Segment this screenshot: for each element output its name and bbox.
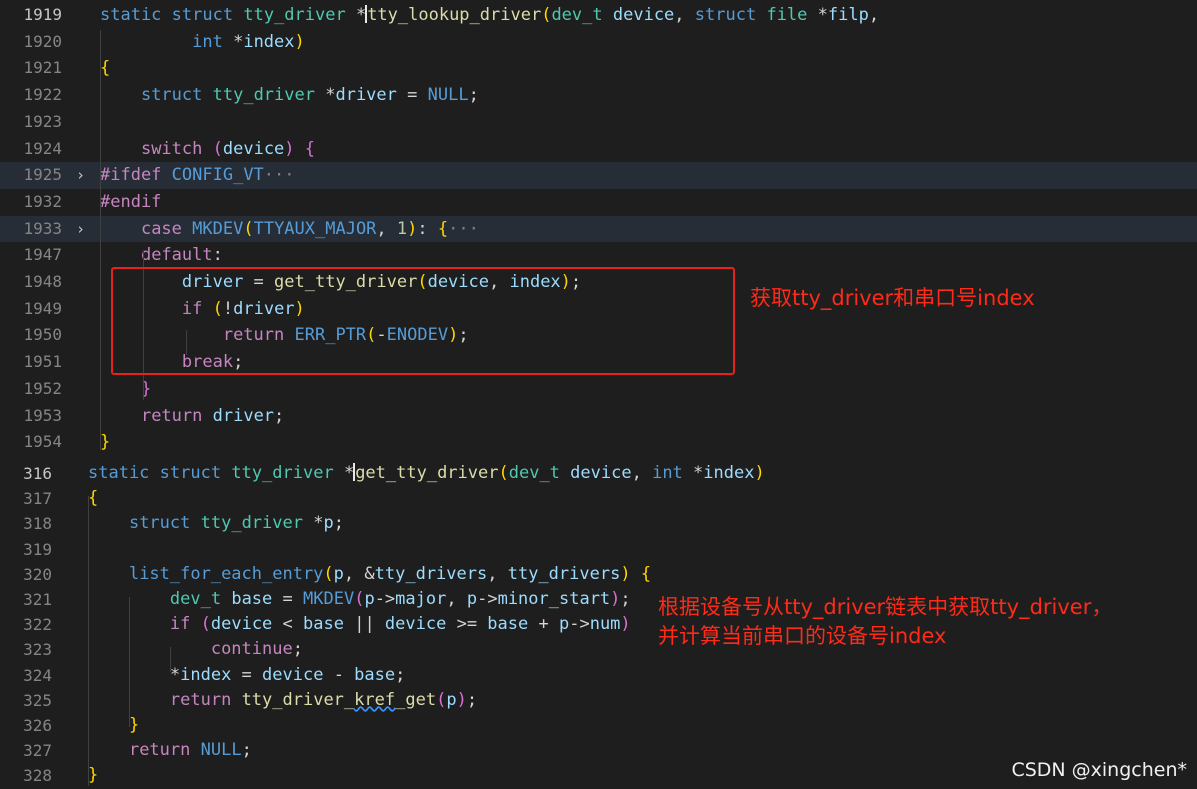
code-line[interactable]: 320 list_for_each_entry(p, &tty_drivers,… <box>0 562 1197 587</box>
indent-guide <box>129 597 130 727</box>
line-number: 1932 <box>23 191 62 211</box>
code-line[interactable]: 323 continue; <box>0 637 1197 662</box>
code-line[interactable]: 318 struct tty_driver *p; <box>0 511 1197 536</box>
code-text[interactable]: #endif <box>100 189 161 216</box>
line-number: 1952 <box>23 378 62 398</box>
code-line[interactable]: 1919 static struct tty_driver *tty_lookup… <box>0 2 1197 29</box>
line-number: 326 <box>23 716 52 735</box>
code-line[interactable]: 1924 switch (device) { <box>0 136 1197 163</box>
line-number: 1954 <box>23 432 62 452</box>
code-line[interactable]: 326 } <box>0 713 1197 738</box>
code-text[interactable]: default: <box>100 242 223 269</box>
line-number: 1924 <box>23 138 62 158</box>
line-number: 1925 <box>23 165 62 185</box>
code-text[interactable]: struct tty_driver *driver = NULL; <box>100 82 479 109</box>
indent-guide <box>100 30 101 450</box>
line-number: 1920 <box>23 31 62 51</box>
code-line[interactable]: 1947 default: <box>0 242 1197 269</box>
line-number: 1951 <box>23 352 62 372</box>
line-number: 1933 <box>23 218 62 238</box>
code-text[interactable]: return tty_driver_kref_get(p); <box>88 688 477 713</box>
line-number: 320 <box>23 564 52 584</box>
code-text[interactable]: static struct tty_driver *tty_lookup_dri… <box>100 2 879 29</box>
highlight-box-top <box>111 267 735 375</box>
code-text[interactable]: return NULL; <box>88 738 252 763</box>
code-text[interactable]: if (device < base || device >= base + p-… <box>88 612 631 637</box>
code-text[interactable]: list_for_each_entry(p, &tty_drivers, tty… <box>88 562 651 587</box>
line-number: 328 <box>23 766 52 786</box>
code-line[interactable]: 1923 <box>0 109 1197 136</box>
indent-guide <box>170 647 171 672</box>
code-line[interactable]: 325 return tty_driver_kref_get(p); <box>0 688 1197 713</box>
watermark: CSDN @xingchen* <box>1011 759 1187 781</box>
code-line[interactable]: 316 static struct tty_driver *get_tty_dri… <box>0 461 1197 486</box>
indent-guide <box>88 496 89 786</box>
line-number: 1919 <box>23 5 62 24</box>
fold-chevron-icon[interactable]: › <box>76 216 85 243</box>
code-text[interactable]: switch (device) { <box>100 136 315 163</box>
code-text[interactable]: dev_t base = MKDEV(p->major, p->minor_st… <box>88 587 631 612</box>
code-text[interactable]: } <box>100 429 110 456</box>
code-line[interactable]: 1921 { <box>0 55 1197 82</box>
code-text[interactable]: static struct tty_driver *get_tty_driver… <box>88 461 765 486</box>
code-line[interactable]: 319 <box>0 537 1197 562</box>
line-number: 321 <box>23 590 52 609</box>
code-text[interactable]: continue; <box>88 637 303 662</box>
code-text[interactable]: case MKDEV(TTYAUX_MAJOR, 1): {··· <box>100 216 479 243</box>
top-code-editor[interactable]: 1919 static struct tty_driver *tty_lookup… <box>0 0 1197 458</box>
line-number: 324 <box>23 665 52 685</box>
code-text[interactable]: int *index) <box>100 29 305 56</box>
line-number: 1922 <box>23 85 62 105</box>
line-number: 327 <box>23 741 52 761</box>
code-line[interactable]: 1922 struct tty_driver *driver = NULL; <box>0 82 1197 109</box>
code-text[interactable]: } <box>88 763 98 788</box>
code-text[interactable]: } <box>88 713 139 738</box>
line-number: 1923 <box>23 111 62 131</box>
annotation-top: 获取tty_driver和串口号index <box>750 286 1035 310</box>
code-line[interactable]: 1954} <box>0 429 1197 456</box>
line-number: 316 <box>23 464 52 483</box>
bottom-code-editor[interactable]: 316 static struct tty_driver *get_tty_dri… <box>0 460 1197 789</box>
line-number: 319 <box>23 539 52 559</box>
code-line[interactable]: 1925 › #ifdef CONFIG_VT··· <box>0 162 1197 189</box>
code-text[interactable]: #ifdef CONFIG_VT··· <box>100 162 295 189</box>
code-line[interactable]: 1920 int *index) <box>0 29 1197 56</box>
line-number: 323 <box>23 640 52 660</box>
line-number: 1947 <box>23 245 62 265</box>
code-line[interactable]: 1932 #endif <box>0 189 1197 216</box>
line-number: 1949 <box>23 298 62 318</box>
annotation-bottom-line1: 根据设备号从tty_driver链表中获取tty_driver， <box>658 595 1113 619</box>
code-text[interactable]: { <box>100 55 110 82</box>
code-line[interactable]: 1953 return driver; <box>0 403 1197 430</box>
code-line[interactable]: 1933 › case MKDEV(TTYAUX_MAJOR, 1): {··· <box>0 215 1197 243</box>
line-number: 322 <box>23 615 52 635</box>
line-number: 1950 <box>23 325 62 345</box>
line-number: 325 <box>23 690 52 710</box>
annotation-bottom-line2: 并计算当前串口的设备号index <box>658 624 947 648</box>
line-number: 1953 <box>23 405 62 425</box>
code-text[interactable]: { <box>88 486 98 511</box>
line-number: 1948 <box>23 272 62 291</box>
line-number: 317 <box>23 489 52 509</box>
line-number: 1921 <box>23 58 62 78</box>
code-text[interactable]: *index = device - base; <box>88 663 406 688</box>
code-line[interactable]: 1952 } <box>0 376 1197 403</box>
code-text[interactable]: return driver; <box>100 403 284 430</box>
code-line[interactable]: 317 { <box>0 486 1197 511</box>
fold-chevron-icon[interactable]: › <box>76 162 85 189</box>
code-text[interactable]: struct tty_driver *p; <box>88 511 344 536</box>
line-number: 318 <box>23 514 52 534</box>
code-line[interactable]: 324 *index = device - base; <box>0 663 1197 688</box>
